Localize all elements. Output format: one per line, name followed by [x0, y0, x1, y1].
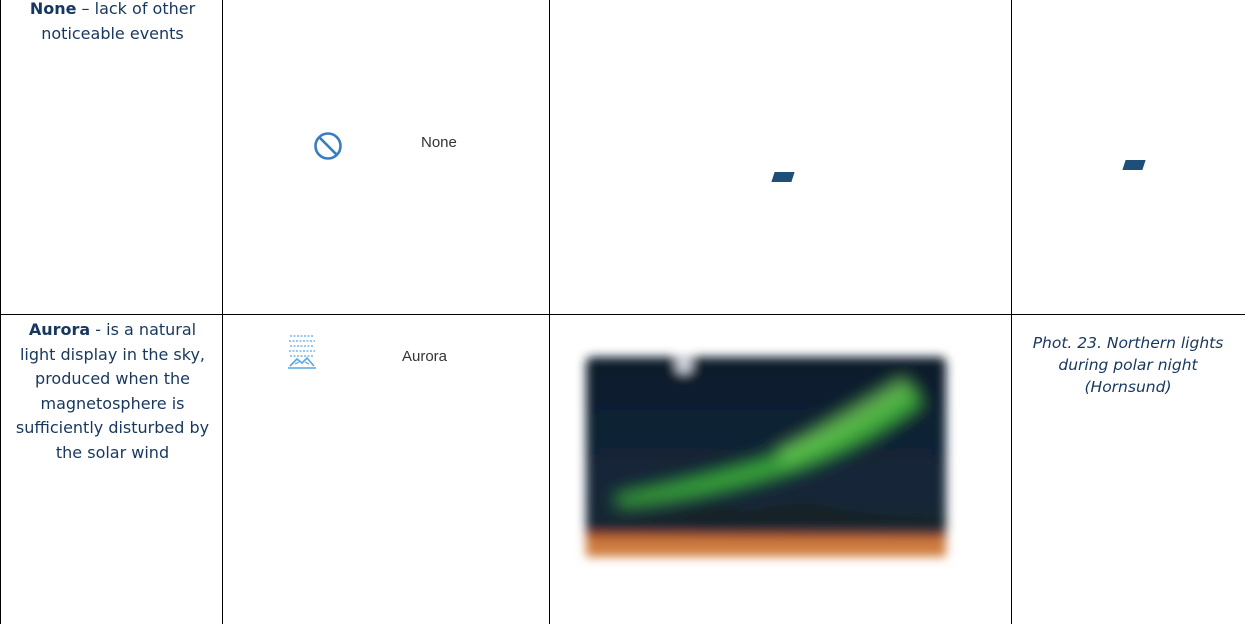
table-border-col1 — [222, 0, 223, 624]
table-border-row — [0, 314, 1245, 315]
table-border-col2 — [549, 0, 550, 624]
table-border-col3 — [1011, 0, 1012, 624]
aurora-icon — [287, 332, 317, 382]
northern-lights-photo — [574, 345, 958, 570]
row2-description-text: - is a natural light display in the sky,… — [15, 320, 210, 462]
row2-icon-label: Aurora — [402, 348, 448, 365]
prohibited-circle-icon — [306, 124, 350, 168]
row1-term: None — [29, 0, 77, 18]
photo-caption: Phot. 23. Northern lights during polar n… — [1032, 334, 1224, 396]
events-table: None – lack of other noticeable events N… — [0, 0, 1245, 624]
row1-description: None – lack of other noticeable events — [10, 0, 215, 46]
row1-photo-placeholder-dash — [771, 172, 795, 182]
row1-icon-label: None — [421, 134, 457, 151]
row2-description: Aurora - is a natural light display in t… — [10, 318, 215, 465]
row2-term: Aurora — [28, 320, 91, 339]
table-border-left — [0, 0, 1, 624]
row1-caption-placeholder-dash — [1122, 160, 1146, 170]
